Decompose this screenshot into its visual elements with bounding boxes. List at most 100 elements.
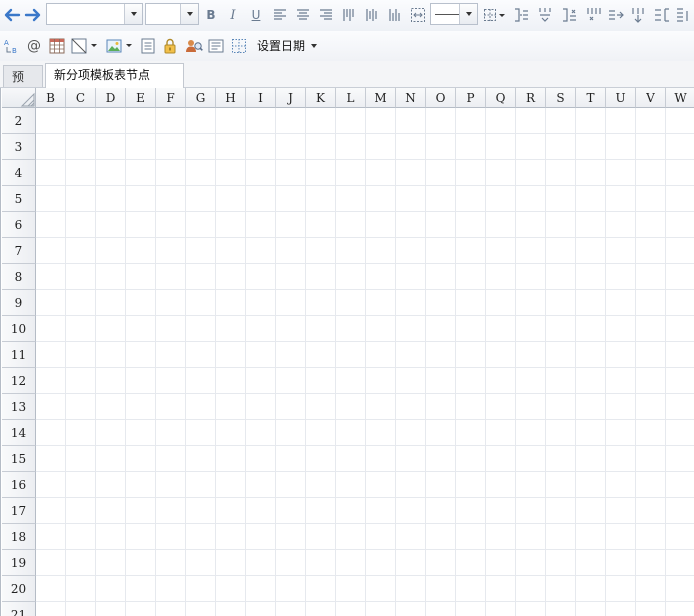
delete-row-icon	[587, 8, 601, 21]
at-icon: @	[27, 38, 41, 54]
column-header[interactable]: L	[336, 88, 366, 108]
row-header[interactable]: 20	[2, 576, 36, 602]
row-header[interactable]: 15	[2, 446, 36, 472]
insert-table-button[interactable]	[47, 36, 67, 56]
column-header[interactable]: D	[96, 88, 126, 108]
line-style-select[interactable]	[430, 3, 478, 25]
column-header[interactable]: B	[36, 88, 66, 108]
document-button[interactable]	[139, 36, 157, 56]
merge-cells-button[interactable]	[408, 5, 428, 25]
bold-button[interactable]: B	[204, 6, 218, 24]
align-center-button[interactable]	[294, 6, 312, 24]
arrow-right-icon	[24, 8, 41, 22]
row-header[interactable]: 7	[2, 238, 36, 264]
column-header[interactable]: W	[666, 88, 694, 108]
row-header[interactable]: 16	[2, 472, 36, 498]
column-header[interactable]: F	[156, 88, 186, 108]
redo-button[interactable]	[23, 5, 43, 25]
font-name-input[interactable]	[47, 4, 125, 24]
column-header[interactable]: P	[456, 88, 486, 108]
column-header[interactable]: M	[366, 88, 396, 108]
align-center-icon	[297, 9, 309, 20]
italic-button[interactable]: I	[226, 6, 240, 24]
document-icon	[141, 38, 155, 54]
column-header[interactable]: C	[66, 88, 96, 108]
column-header[interactable]: J	[276, 88, 306, 108]
row-header[interactable]: 6	[2, 212, 36, 238]
append-column-button[interactable]	[606, 6, 626, 24]
row-header[interactable]: 9	[2, 290, 36, 316]
row-header[interactable]: 17	[2, 498, 36, 524]
row-header[interactable]: 13	[2, 394, 36, 420]
undo-button[interactable]	[2, 5, 22, 25]
column-header[interactable]: I	[246, 88, 276, 108]
grid-toggle-button[interactable]	[230, 36, 248, 56]
remove-last-column-button[interactable]	[652, 6, 672, 24]
align-left-icon	[274, 9, 286, 20]
column-header[interactable]: E	[126, 88, 156, 108]
column-header[interactable]: O	[426, 88, 456, 108]
font-size-input[interactable]	[146, 4, 182, 24]
select-all-corner[interactable]	[2, 88, 36, 108]
chevron-down-icon[interactable]	[124, 4, 142, 24]
row-header[interactable]: 12	[2, 368, 36, 394]
column-header[interactable]: K	[306, 88, 336, 108]
diagonal-line-icon	[71, 38, 97, 54]
diagonal-line-button[interactable]	[70, 36, 100, 56]
column-header[interactable]: S	[546, 88, 576, 108]
font-name-select[interactable]	[46, 3, 143, 25]
row-header[interactable]: 18	[2, 524, 36, 550]
delete-row-button[interactable]	[584, 6, 604, 24]
insert-image-button[interactable]	[105, 36, 135, 56]
column-header[interactable]: N	[396, 88, 426, 108]
row-header[interactable]: 19	[2, 550, 36, 576]
toolbar-secondary: AB @	[0, 31, 694, 62]
chevron-down-icon	[311, 44, 318, 48]
append-row-icon	[632, 8, 644, 23]
align-right-button[interactable]	[317, 6, 335, 24]
row-header[interactable]: 2	[2, 108, 36, 134]
column-header[interactable]: H	[216, 88, 246, 108]
form-button[interactable]	[207, 36, 225, 56]
row-header[interactable]: 5	[2, 186, 36, 212]
at-symbol-button[interactable]: @	[25, 36, 43, 56]
delete-column-button[interactable]	[560, 6, 580, 24]
tab-template-node[interactable]: 新分项模板表节点	[45, 63, 184, 88]
insert-row-button[interactable]	[536, 6, 556, 24]
append-column-icon	[609, 10, 624, 20]
border-button[interactable]	[482, 6, 506, 24]
valign-bottom-button[interactable]	[386, 6, 404, 24]
column-header[interactable]: G	[186, 88, 216, 108]
column-header[interactable]: V	[636, 88, 666, 108]
column-header[interactable]: T	[576, 88, 606, 108]
valign-top-button[interactable]	[340, 6, 358, 24]
column-header[interactable]: R	[516, 88, 546, 108]
row-header[interactable]: 4	[2, 160, 36, 186]
delete-column-icon	[563, 8, 576, 22]
lock-button[interactable]	[161, 36, 179, 56]
underline-button[interactable]: U	[249, 6, 263, 24]
valign-middle-button[interactable]	[363, 6, 381, 24]
image-icon	[106, 39, 132, 53]
user-lookup-button[interactable]	[184, 36, 204, 56]
chevron-down-icon[interactable]	[180, 4, 198, 24]
append-row-button[interactable]	[629, 6, 649, 24]
chevron-down-icon[interactable]	[459, 4, 477, 24]
row-header[interactable]: 3	[2, 134, 36, 160]
align-left-button[interactable]	[271, 6, 289, 24]
row-header[interactable]: 10	[2, 316, 36, 342]
row-header[interactable]: 21	[2, 602, 36, 616]
row-header[interactable]: 11	[2, 342, 36, 368]
cell-area[interactable]	[36, 108, 694, 616]
row-header[interactable]: 14	[2, 420, 36, 446]
insert-column-button[interactable]	[512, 6, 532, 24]
column-header[interactable]: Q	[486, 88, 516, 108]
row-header[interactable]: 8	[2, 264, 36, 290]
column-header[interactable]: U	[606, 88, 636, 108]
tab-preview[interactable]: 预览	[3, 65, 43, 106]
font-size-select[interactable]	[145, 3, 199, 25]
remove-last-row-button[interactable]	[674, 6, 694, 24]
toolbar-primary: B I U	[0, 0, 694, 32]
set-date-button[interactable]: 设置日期	[257, 37, 318, 55]
replace-text-button[interactable]: AB	[2, 36, 22, 56]
